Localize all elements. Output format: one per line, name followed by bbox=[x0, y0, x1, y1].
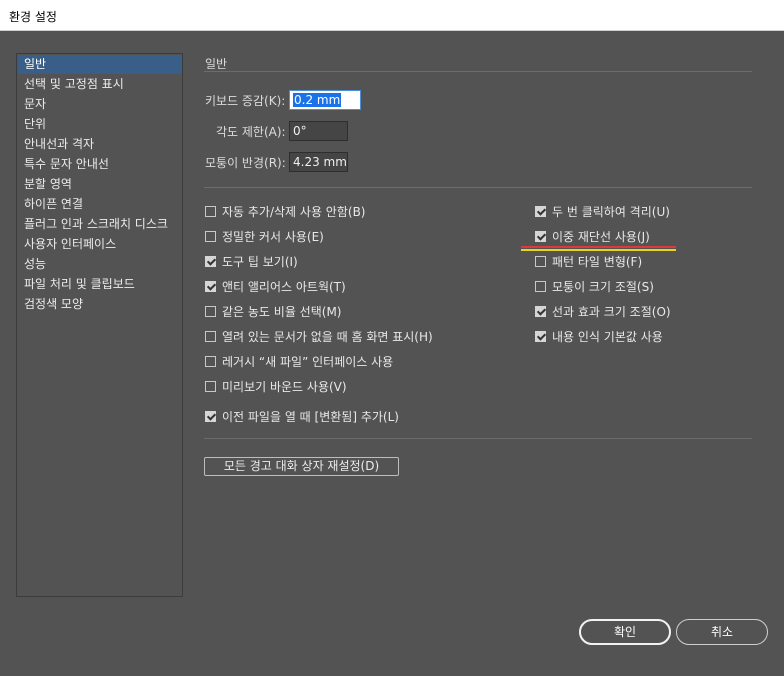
cancel-button[interactable]: 취소 bbox=[676, 619, 768, 645]
options-divider-top bbox=[204, 187, 752, 188]
highlight-underline-yellow bbox=[521, 249, 676, 251]
constrain-angle-label: 각도 제한(A): bbox=[216, 125, 286, 139]
checkbox-icon[interactable] bbox=[205, 331, 216, 342]
checkbox-icon[interactable] bbox=[205, 231, 216, 242]
keyboard-increment-value: 0.2 mm bbox=[293, 93, 342, 107]
checkbox-checked-icon[interactable] bbox=[205, 411, 216, 422]
sidebar-item-black-appearance[interactable]: 검정색 모양 bbox=[18, 295, 182, 314]
sidebar-item-type[interactable]: 문자 bbox=[18, 95, 182, 114]
sidebar-item-smart-guides[interactable]: 특수 문자 안내선 bbox=[18, 155, 182, 174]
window-title: 환경 설정 bbox=[9, 10, 57, 24]
highlight-underline-red bbox=[521, 246, 676, 248]
corner-radius-label: 모퉁이 반경(R): bbox=[205, 156, 286, 170]
checkbox-checked-icon[interactable] bbox=[205, 256, 216, 267]
checkbox-checked-icon[interactable] bbox=[535, 206, 546, 217]
keyboard-increment-label: 키보드 증감(K): bbox=[205, 94, 286, 108]
corner-radius-input[interactable]: 4.23 mm bbox=[289, 152, 348, 172]
checkbox-icon[interactable] bbox=[205, 381, 216, 392]
section-title: 일반 bbox=[205, 57, 228, 71]
sidebar-item-file-handling[interactable]: 파일 처리 및 클립보드 bbox=[18, 275, 182, 294]
title-bar: 환경 설정 bbox=[0, 0, 784, 31]
section-divider bbox=[204, 71, 752, 72]
keyboard-increment-input[interactable]: 0.2 mm bbox=[289, 90, 361, 110]
checkbox-checked-icon[interactable] bbox=[535, 306, 546, 317]
reset-warning-dialogs-button[interactable]: 모든 경고 대화 상자 재설정(D) bbox=[204, 457, 399, 476]
options-divider-bottom bbox=[204, 438, 752, 439]
sidebar-item-plugins[interactable]: 플러그 인과 스크래치 디스크 bbox=[18, 215, 182, 234]
checkbox-icon[interactable] bbox=[205, 206, 216, 217]
sidebar-item-hyphenation[interactable]: 하이픈 연결 bbox=[18, 195, 182, 214]
checkbox-icon[interactable] bbox=[535, 281, 546, 292]
ok-button[interactable]: 확인 bbox=[579, 619, 671, 645]
checkbox-checked-icon[interactable] bbox=[535, 331, 546, 342]
sidebar-item-selection[interactable]: 선택 및 고정점 표시 bbox=[18, 75, 182, 94]
sidebar-item-slices[interactable]: 분할 영역 bbox=[18, 175, 182, 194]
checkbox-icon[interactable] bbox=[205, 356, 216, 367]
checkbox-icon[interactable] bbox=[535, 256, 546, 267]
sidebar-item-general[interactable]: 일반 bbox=[18, 55, 182, 74]
checkbox-checked-icon[interactable] bbox=[205, 281, 216, 292]
sidebar-item-performance[interactable]: 성능 bbox=[18, 255, 182, 274]
checkbox-checked-icon[interactable] bbox=[535, 231, 546, 242]
sidebar-item-guides-grid[interactable]: 안내선과 격자 bbox=[18, 135, 182, 154]
checkbox-icon[interactable] bbox=[205, 306, 216, 317]
category-list: 일반 선택 및 고정점 표시 문자 단위 안내선과 격자 특수 문자 안내선 분… bbox=[16, 53, 183, 597]
sidebar-item-user-interface[interactable]: 사용자 인터페이스 bbox=[18, 235, 182, 254]
constrain-angle-input[interactable]: 0° bbox=[289, 121, 348, 141]
sidebar-item-units[interactable]: 단위 bbox=[18, 115, 182, 134]
